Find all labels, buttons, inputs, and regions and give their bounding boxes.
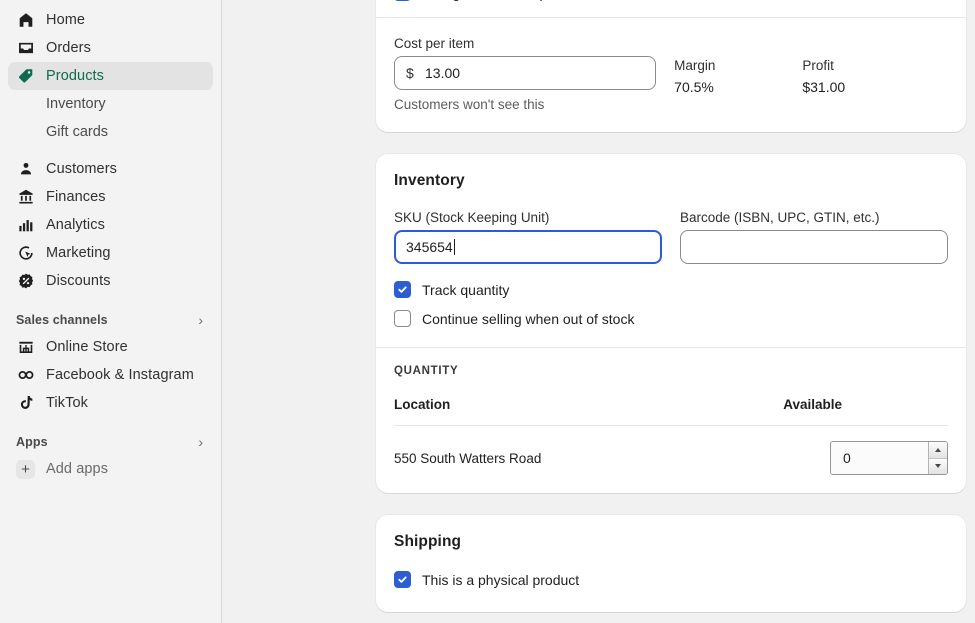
page-scrollbar[interactable] (966, 0, 975, 623)
sales-channels-label: Sales channels (16, 313, 108, 327)
sidebar-item-label: Analytics (46, 217, 105, 233)
sidebar-item-finances[interactable]: Finances (8, 183, 213, 211)
inventory-title: Inventory (394, 172, 948, 190)
table-divider (394, 425, 948, 426)
track-quantity-checkbox[interactable] (394, 281, 411, 298)
sidebar-item-facebook-instagram[interactable]: Facebook & Instagram (8, 361, 213, 389)
track-quantity-row[interactable]: Track quantity (394, 281, 948, 298)
charge-tax-checkbox[interactable] (394, 0, 411, 1)
cost-help-text: Customers won't see this (394, 97, 656, 112)
sidebar-item-label: Facebook & Instagram (46, 367, 194, 383)
sidebar-item-tiktok[interactable]: TikTok (8, 389, 213, 417)
sidebar-item-customers[interactable]: Customers (8, 155, 213, 183)
main-content-area: Charge tax on this product Cost per item… (222, 0, 975, 623)
sidebar-item-label: TikTok (46, 395, 88, 411)
products-tag-icon (16, 67, 35, 86)
shipping-card: Shipping This is a physical product (376, 515, 966, 612)
table-row: 550 South Watters Road 0 (394, 441, 948, 475)
sidebar-item-gift-cards[interactable]: Gift cards (8, 118, 213, 146)
arrow-up-icon (935, 448, 941, 452)
tiktok-icon (16, 394, 35, 413)
quantity-value[interactable]: 0 (831, 442, 928, 474)
sidebar-item-analytics[interactable]: Analytics (8, 211, 213, 239)
continue-selling-label: Continue selling when out of stock (422, 311, 634, 327)
facebook-instagram-icon (16, 366, 35, 385)
sidebar-item-products[interactable]: Products (8, 62, 213, 90)
sidebar-item-discounts[interactable]: Discounts (8, 267, 213, 295)
pricing-card: Charge tax on this product Cost per item… (376, 0, 966, 132)
sidebar-item-label: Add apps (46, 461, 108, 477)
sidebar-item-label: Products (46, 68, 104, 84)
sidebar-item-online-store[interactable]: Online Store (8, 333, 213, 361)
apps-label: Apps (16, 435, 48, 449)
customers-person-icon (16, 160, 35, 179)
sidebar-subitem-label: Inventory (46, 96, 106, 112)
cost-per-item-input[interactable] (394, 56, 656, 90)
shopify-admin-window: Home Orders Products Inventory Gift card… (0, 0, 975, 623)
physical-product-label: This is a physical product (422, 572, 579, 588)
sidebar-item-orders[interactable]: Orders (8, 34, 213, 62)
continue-selling-row[interactable]: Continue selling when out of stock (394, 310, 948, 327)
sidebar-item-add-apps[interactable]: + Add apps (8, 455, 213, 483)
cost-per-item-label: Cost per item (394, 36, 656, 51)
sidebar-item-label: Online Store (46, 339, 128, 355)
stepper-increment-button[interactable] (929, 442, 947, 459)
physical-product-row[interactable]: This is a physical product (394, 571, 948, 588)
quantity-section-label: QUANTITY (394, 365, 948, 377)
finances-bank-icon (16, 188, 35, 207)
track-quantity-label: Track quantity (422, 282, 509, 298)
profit-label: Profit (802, 58, 948, 73)
stepper-decrement-button[interactable] (929, 459, 947, 475)
sidebar-item-marketing[interactable]: Marketing (8, 239, 213, 267)
sidebar-group-sales-channels[interactable]: Sales channels › (8, 307, 213, 333)
margin-value: 70.5% (674, 79, 802, 95)
inventory-card: Inventory SKU (Stock Keeping Unit) 34565… (376, 154, 966, 493)
marketing-target-icon (16, 244, 35, 263)
sidebar-subitem-label: Gift cards (46, 124, 108, 140)
sku-field-group: SKU (Stock Keeping Unit) 345654 (394, 210, 662, 264)
cost-per-item-field[interactable]: $ (394, 56, 656, 90)
sidebar-item-inventory[interactable]: Inventory (8, 90, 213, 118)
column-header-available: Available (783, 397, 842, 412)
chevron-right-icon[interactable]: › (198, 435, 205, 449)
sku-input[interactable]: 345654 (394, 230, 662, 264)
sidebar-navigation: Home Orders Products Inventory Gift card… (0, 0, 222, 623)
text-caret (454, 239, 455, 255)
charge-tax-label: Charge tax on this product (422, 0, 586, 1)
sidebar-item-label: Customers (46, 161, 117, 177)
sidebar-item-label: Finances (46, 189, 106, 205)
chevron-right-icon[interactable]: › (198, 313, 205, 327)
charge-tax-checkbox-row[interactable]: Charge tax on this product (394, 0, 948, 1)
product-form-column: Charge tax on this product Cost per item… (376, 0, 966, 623)
online-store-icon (16, 338, 35, 357)
sidebar-group-apps[interactable]: Apps › (8, 429, 213, 455)
plus-icon: + (16, 460, 35, 479)
location-name: 550 South Watters Road (394, 451, 541, 466)
stepper-buttons[interactable] (928, 442, 947, 474)
sidebar-item-label: Orders (46, 40, 91, 56)
quantity-stepper[interactable]: 0 (830, 441, 948, 475)
sidebar-item-label: Marketing (46, 245, 111, 261)
sidebar-item-home[interactable]: Home (8, 6, 213, 34)
barcode-label: Barcode (ISBN, UPC, GTIN, etc.) (680, 210, 948, 225)
physical-product-checkbox[interactable] (394, 571, 411, 588)
quantity-table-header: Location Available (394, 397, 948, 412)
sidebar-spacer (8, 146, 213, 155)
sidebar-item-label: Discounts (46, 273, 111, 289)
arrow-down-icon (935, 464, 941, 468)
barcode-field-group: Barcode (ISBN, UPC, GTIN, etc.) (680, 210, 948, 264)
continue-selling-checkbox[interactable] (394, 310, 411, 327)
home-icon (16, 11, 35, 30)
margin-label: Margin (674, 58, 802, 73)
sku-label: SKU (Stock Keeping Unit) (394, 210, 662, 225)
analytics-bar-chart-icon (16, 216, 35, 235)
sidebar-item-label: Home (46, 12, 85, 28)
barcode-input[interactable] (680, 230, 948, 264)
shipping-title: Shipping (394, 533, 948, 551)
discounts-badge-icon (16, 272, 35, 291)
sku-value: 345654 (406, 239, 453, 255)
orders-icon (16, 39, 35, 58)
profit-value: $31.00 (802, 79, 948, 95)
column-header-location: Location (394, 397, 450, 412)
